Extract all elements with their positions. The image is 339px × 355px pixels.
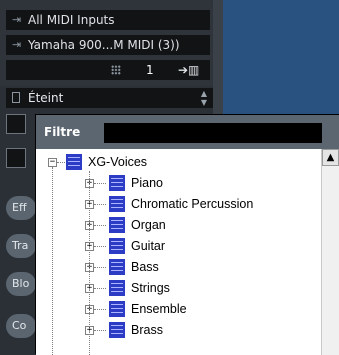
program-tree: − XG-Voices + Piano + Chromatic Percussi…	[36, 149, 321, 355]
document-icon	[12, 92, 20, 103]
tree-root-xg-voices[interactable]: XG-Voices	[88, 153, 147, 171]
program-value: Éteint	[28, 91, 64, 105]
spinner-arrows-icon[interactable]: ▲ ▼	[201, 89, 207, 107]
bass-icon	[109, 259, 125, 275]
controller-button[interactable]: Co	[6, 314, 36, 338]
track-button[interactable]: Tra	[6, 234, 36, 258]
ensemble-icon	[109, 301, 125, 317]
program-selector[interactable]: Éteint ▲ ▼	[6, 88, 213, 108]
filter-input[interactable]	[104, 123, 322, 143]
filter-label: Filtre	[44, 125, 81, 139]
output-arrow-icon: ⇥	[12, 38, 22, 51]
input-arrow-icon: ⇥	[12, 13, 22, 26]
insert-toggle-icon[interactable]	[6, 148, 26, 168]
tree-item-strings[interactable]: Strings	[131, 279, 170, 297]
collapse-icon[interactable]: −	[48, 158, 57, 167]
chromatic-percussion-icon	[109, 196, 125, 212]
midi-input-label: All MIDI Inputs	[28, 13, 115, 27]
tree-item-organ[interactable]: Organ	[131, 216, 166, 234]
tree-item-chromatic-percussion[interactable]: Chromatic Percussion	[131, 195, 253, 213]
effects-button[interactable]: Eff	[6, 196, 36, 220]
grid-icon	[111, 65, 121, 75]
channel-row: 1 ➔▥	[6, 60, 210, 80]
vertical-scrollbar[interactable]: ▲	[321, 149, 339, 355]
guitar-icon	[109, 238, 125, 254]
tree-item-guitar[interactable]: Guitar	[131, 237, 165, 255]
edit-instrument-icon[interactable]: ➔▥	[178, 60, 199, 80]
channel-value[interactable]: 1	[146, 60, 154, 80]
midi-output-label: Yamaha 900...M MIDI (3))	[28, 38, 180, 52]
block-button[interactable]: Blo	[6, 272, 36, 296]
piano-icon	[109, 175, 125, 191]
midi-output-selector[interactable]: ⇥ Yamaha 900...M MIDI (3))	[6, 35, 210, 55]
tree-item-bass[interactable]: Bass	[131, 258, 159, 276]
filter-bar: Filtre	[36, 115, 339, 149]
organ-icon	[109, 217, 125, 233]
strings-icon	[109, 280, 125, 296]
midi-input-selector[interactable]: ⇥ All MIDI Inputs	[6, 10, 210, 30]
tree-item-piano[interactable]: Piano	[131, 174, 163, 192]
scroll-up-icon[interactable]: ▲	[322, 149, 339, 166]
bank-icon[interactable]	[6, 114, 26, 134]
tree-item-ensemble[interactable]: Ensemble	[131, 300, 187, 318]
program-browser-popup: Filtre − XG-Voices + Piano + Chromatic P…	[35, 114, 339, 355]
brass-icon	[109, 322, 125, 338]
tree-item-brass[interactable]: Brass	[131, 321, 163, 339]
xg-voices-icon	[66, 154, 82, 170]
midi-routing-section: ⇥ All MIDI Inputs ⇥ Yamaha 900...M MIDI …	[0, 0, 213, 86]
